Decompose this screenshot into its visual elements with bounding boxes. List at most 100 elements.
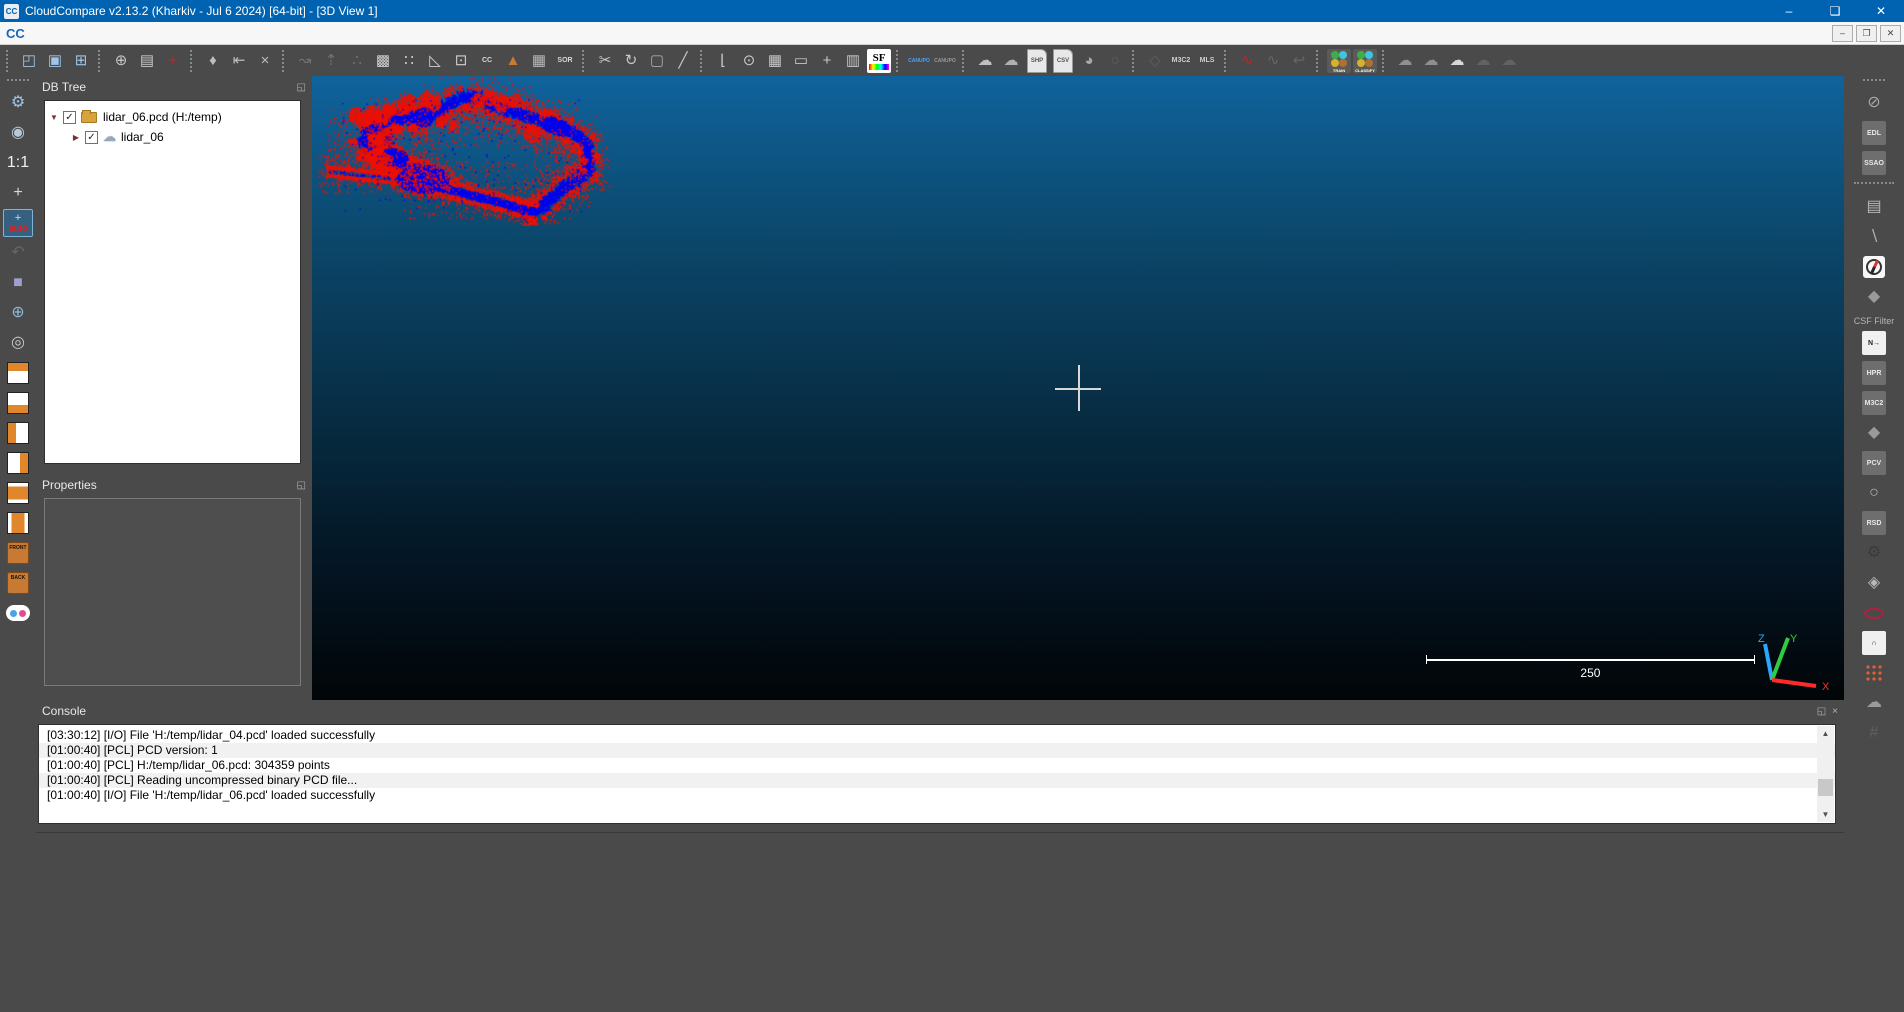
save-all-button[interactable]: ⊞ — [68, 48, 94, 74]
rail-drag-handle[interactable] — [1863, 79, 1885, 86]
toolbar-drag-handle[interactable] — [962, 49, 969, 72]
apply-transformation-button[interactable]: + — [160, 48, 186, 74]
save-file-button[interactable]: ▣ — [42, 48, 68, 74]
toggle-properties-button[interactable]: ▤ — [134, 48, 160, 74]
csv-export-button[interactable]: CSV — [1050, 48, 1076, 74]
subsample-cloud-button[interactable]: ∷ — [396, 48, 422, 74]
cloud-cloud-distance-button[interactable]: CC — [474, 48, 500, 74]
canupo-classify-button[interactable]: CANUPO — [932, 48, 958, 74]
scroll-track[interactable] — [1817, 741, 1834, 807]
view-top-button[interactable] — [3, 359, 33, 387]
translate-rotate-tool-button[interactable]: ↻ — [618, 48, 644, 74]
hpr-plugin-button[interactable]: HPR — [1859, 359, 1889, 387]
minimize-button[interactable]: – — [1766, 0, 1812, 22]
normals-plugin-button[interactable]: N→ — [1859, 329, 1889, 357]
no-shader-button[interactable]: ⊘ — [1859, 89, 1889, 117]
treeiso-final-button[interactable]: ☁ — [1444, 48, 1470, 74]
ellipse-plugin-button[interactable] — [1859, 599, 1889, 627]
masonry-train-button[interactable]: TRAIN — [1326, 48, 1352, 74]
zoom-1-1-button[interactable]: 1:1 — [3, 149, 33, 177]
poisson-reconstruction-button[interactable]: ▲ — [500, 48, 526, 74]
rsd-plugin-button[interactable]: RSD — [1859, 509, 1889, 537]
3d-viewport[interactable]: 250 Z Y X — [312, 76, 1844, 700]
shp-export-button[interactable]: SHP — [1024, 48, 1050, 74]
scroll-thumb[interactable] — [1818, 779, 1833, 797]
qcork-boolean-button[interactable]: ☁ — [972, 48, 998, 74]
point-cloud-canvas[interactable] — [312, 76, 612, 226]
toolbar-drag-handle[interactable] — [98, 49, 105, 72]
delaunay-mesh-button[interactable]: ◺ — [422, 48, 448, 74]
mdi-close-button[interactable]: ✕ — [1880, 24, 1901, 42]
sample-points-button[interactable]: ⊡ — [448, 48, 474, 74]
hough-normals-plugin-button[interactable]: ○ — [1859, 479, 1889, 507]
toolbar-drag-handle[interactable] — [1316, 49, 1323, 72]
visibility-checkbox[interactable]: ✓ — [63, 110, 76, 124]
mdi-restore-button[interactable]: ❐ — [1856, 24, 1877, 42]
sor-filter-button[interactable]: SOR — [552, 48, 578, 74]
screenshot-button[interactable]: ◉ — [3, 119, 33, 147]
view-bottom-button[interactable] — [3, 389, 33, 417]
toolbar-drag-handle[interactable] — [700, 49, 707, 72]
add-constant-sf-button[interactable]: + — [814, 48, 840, 74]
canupo-shield-button[interactable]: ◆ — [1859, 419, 1889, 447]
animation-plugin-button[interactable]: ▤ — [1859, 193, 1889, 221]
rail-drag-handle[interactable] — [7, 79, 29, 86]
rotation-lock-button[interactable]: ⊕ — [3, 299, 33, 327]
toolbar-drag-handle[interactable] — [282, 49, 289, 72]
console-float-icon[interactable]: ◱ — [1817, 706, 1826, 717]
edl-shader-button[interactable]: EDL — [1859, 119, 1889, 147]
helmet-plugin-button[interactable]: ∩ — [1859, 629, 1889, 657]
m3c2-distance-button[interactable]: M3C2 — [1168, 48, 1194, 74]
masonry-classify-button[interactable]: CLASSIFY — [1352, 48, 1378, 74]
view-right-button[interactable] — [3, 449, 33, 477]
open-file-button[interactable]: ◰ — [16, 48, 42, 74]
interpolate-colors-button[interactable]: ▦ — [526, 48, 552, 74]
clipping-box-tool-button[interactable]: ▢ — [644, 48, 670, 74]
point-picking-button[interactable]: ⊙ — [736, 48, 762, 74]
tree-node-lidar_06[interactable]: ▼ ✓ lidar_06.pcd (H:/temp) — [47, 107, 298, 127]
global-shift-settings-button[interactable]: ⊕ — [108, 48, 134, 74]
auto-pick-rotation-center-button[interactable]: + auto — [3, 209, 33, 237]
properties-float-icon[interactable]: ◱ — [297, 480, 306, 491]
toolbar-drag-handle[interactable] — [1224, 49, 1231, 72]
merge-entities-button[interactable]: ⇤ — [226, 48, 252, 74]
view-front-button[interactable] — [3, 479, 33, 507]
treeiso-intermediate-button[interactable]: ☁ — [1418, 48, 1444, 74]
treeiso-init-button[interactable]: ☁ — [1392, 48, 1418, 74]
pcv-plugin-button[interactable]: PCV — [1859, 449, 1889, 477]
compute-density-button[interactable]: ▭ — [788, 48, 814, 74]
toolbar-drag-handle[interactable] — [896, 49, 903, 72]
toolbar-drag-handle[interactable] — [1132, 49, 1139, 72]
rasterize-button[interactable]: ▦ — [762, 48, 788, 74]
segment-tool-button[interactable]: ✂ — [592, 48, 618, 74]
db-tree-float-icon[interactable]: ◱ — [297, 82, 306, 93]
mls-smoothing-button[interactable]: MLS — [1194, 48, 1220, 74]
stereo-mode-button[interactable] — [3, 599, 33, 627]
clone-entity-button[interactable]: ♦ — [200, 48, 226, 74]
visibility-checkbox[interactable]: ✓ — [85, 130, 98, 144]
console-scrollbar[interactable]: ▲ ▼ — [1817, 726, 1834, 822]
clean-plugin-button[interactable]: ∖ — [1859, 223, 1889, 251]
sf-tools-button[interactable]: SF — [866, 48, 892, 74]
canupo-train-button[interactable]: CANUPO — [906, 48, 932, 74]
display-settings-button[interactable]: ⚙ — [3, 89, 33, 117]
color-wheel-button[interactable]: ◕ — [1076, 48, 1102, 74]
toolbar-drag-handle[interactable] — [190, 49, 197, 72]
spline-tool-button[interactable]: ∿ — [1234, 48, 1260, 74]
scroll-down-icon[interactable]: ▼ — [1822, 807, 1830, 822]
toolbar-drag-handle[interactable] — [6, 49, 13, 72]
pick-rotation-center-button[interactable]: + — [3, 179, 33, 207]
view-back-button[interactable] — [3, 509, 33, 537]
gears-plugin-button[interactable]: ⚙ — [1859, 539, 1889, 567]
qcork-fm-button[interactable]: ☁ — [998, 48, 1024, 74]
show-histogram-button[interactable]: ▥ — [840, 48, 866, 74]
dotgrid-plugin-button[interactable] — [1859, 659, 1889, 687]
close-button[interactable]: ✕ — [1858, 0, 1904, 22]
maximize-button[interactable]: ❑ — [1812, 0, 1858, 22]
toolbar-drag-handle[interactable] — [582, 49, 589, 72]
delete-entity-button[interactable]: × — [252, 48, 278, 74]
cloud-ruler-plugin-button[interactable]: ☁ — [1859, 689, 1889, 717]
view-iso-front-button[interactable]: FRONT — [3, 539, 33, 567]
toolbar-drag-handle[interactable] — [1382, 49, 1389, 72]
zoom-and-center-button[interactable]: ◎ — [3, 329, 33, 357]
